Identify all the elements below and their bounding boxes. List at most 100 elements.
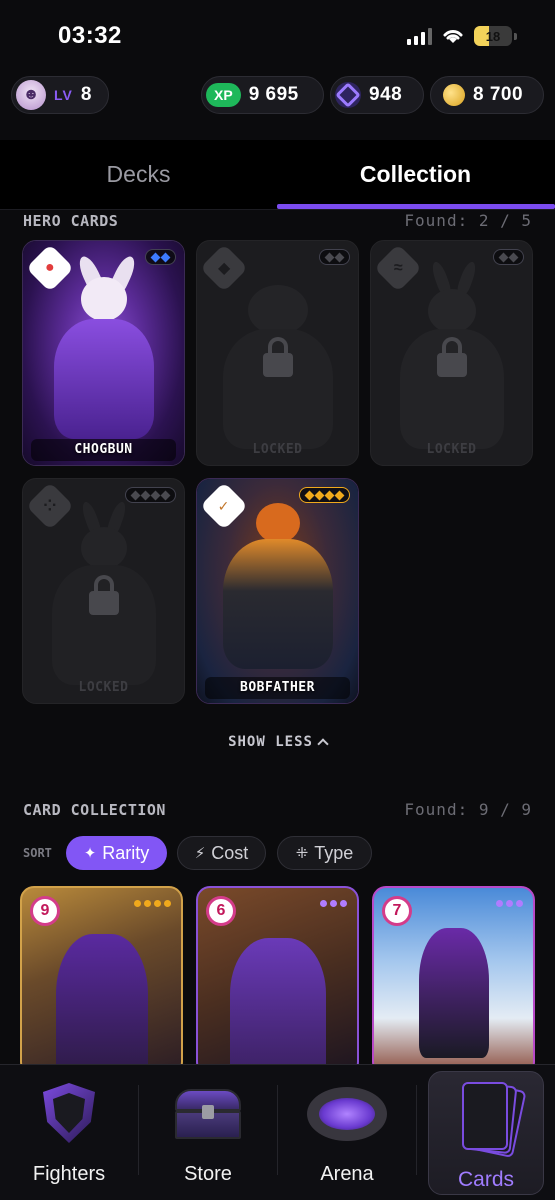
- nav-divider: [416, 1085, 417, 1175]
- cellular-signal-icon: [407, 27, 432, 45]
- sort-option-label: Rarity: [102, 842, 150, 863]
- sort-option-label: Type: [314, 842, 354, 863]
- hero-name: LOCKED: [252, 442, 303, 457]
- collection-card[interactable]: 7: [372, 886, 535, 1076]
- card-collection-count: Found: 9 / 9: [404, 800, 532, 819]
- hero-name: LOCKED: [78, 680, 129, 695]
- diamond-icon: ◆: [217, 260, 231, 277]
- element-badge: ⁘: [25, 481, 75, 531]
- nav-store[interactable]: Store: [139, 1071, 277, 1195]
- hero-card-locked[interactable]: ◆ LOCKED: [196, 240, 359, 466]
- card-collection-title: CARD COLLECTION: [23, 801, 166, 819]
- hero-card-bobfather[interactable]: ✓ BOBFATHER: [196, 478, 359, 704]
- rarity-indicator: [125, 487, 176, 503]
- gems-value: 948: [369, 84, 403, 105]
- xp-tag: XP: [206, 83, 241, 107]
- coins-value: 8 700: [473, 84, 524, 105]
- rarity-indicator: [145, 249, 176, 265]
- wave-icon: ≈: [393, 259, 403, 276]
- battery-icon: 18: [474, 26, 512, 46]
- collection-card[interactable]: 6: [196, 886, 359, 1076]
- hero-name: BOBFATHER: [240, 680, 315, 695]
- coin-icon: [439, 80, 469, 110]
- hero-card-locked[interactable]: ≈ LOCKED: [370, 240, 533, 466]
- sparkle-icon: ✦: [83, 845, 97, 862]
- cards-icon: [446, 1078, 527, 1159]
- wifi-icon: [443, 30, 463, 43]
- level-tag: LV: [54, 87, 73, 103]
- nav-fighters[interactable]: Fighters: [0, 1071, 138, 1195]
- cost-badge: 7: [382, 896, 412, 926]
- status-bar: 03:32 18: [0, 0, 555, 64]
- hero-body: [222, 539, 333, 669]
- hero-head: [427, 289, 476, 333]
- bottom-nav: Fighters Store Arena Cards: [0, 1064, 555, 1200]
- rarity-indicator: [493, 249, 524, 265]
- nav-arena[interactable]: Arena: [278, 1071, 416, 1195]
- top-hud: ☻ LV 8 XP 9 695 948 8 700: [0, 76, 555, 116]
- hero-cards-count: Found: 2 / 5: [404, 211, 532, 230]
- hero-body: [53, 319, 154, 439]
- battery-level: 18: [485, 28, 501, 44]
- lock-icon: [88, 575, 119, 615]
- show-less-label: SHOW LESS: [228, 734, 313, 750]
- active-tab-indicator: [277, 204, 555, 209]
- sort-cost-chip[interactable]: ⚡ Cost: [177, 836, 266, 870]
- gems-pill[interactable]: 948: [330, 76, 424, 114]
- drop-icon: ●: [45, 258, 55, 276]
- lock-icon: [262, 337, 293, 377]
- rarity-indicator: [319, 249, 350, 265]
- battery-tip: [514, 32, 517, 40]
- coins-pill[interactable]: 8 700: [430, 76, 544, 114]
- xp-value: 9 695: [248, 84, 299, 105]
- show-less-button[interactable]: SHOW LESS: [0, 734, 555, 750]
- clock: 03:32: [58, 22, 122, 49]
- rarity-indicator: [299, 487, 350, 503]
- gem-icon: [335, 82, 361, 108]
- element-badge: ◆: [199, 243, 249, 293]
- sort-option-label: Cost: [211, 842, 249, 863]
- lightning-icon: ⚡: [194, 845, 206, 862]
- chevron-up-icon: [317, 738, 329, 750]
- hero-head: [80, 527, 127, 569]
- chart-icon: ✓: [218, 497, 230, 514]
- shield-icon: [43, 1083, 95, 1143]
- hero-card-chogbun[interactable]: ● CHOGBUN: [22, 240, 185, 466]
- nav-label: Cards: [457, 1168, 515, 1191]
- hero-head: [247, 285, 308, 335]
- hero-card-locked[interactable]: ⁘ LOCKED: [22, 478, 185, 704]
- rarity-pips: [134, 900, 171, 907]
- collection-card[interactable]: 9: [20, 886, 183, 1076]
- nav-label: Arena: [320, 1163, 374, 1185]
- cost-badge: 6: [206, 896, 236, 926]
- level-value: 8: [80, 84, 92, 105]
- hero-head: [255, 503, 300, 543]
- nav-cards[interactable]: Cards: [428, 1071, 544, 1195]
- hero-name: LOCKED: [426, 442, 477, 457]
- card-art: [418, 928, 489, 1058]
- hero-name: CHOGBUN: [74, 442, 133, 457]
- tab-decks[interactable]: Decks: [0, 140, 277, 208]
- tab-bar: Decks Collection: [0, 140, 555, 210]
- sort-type-chip[interactable]: ⁜ Type: [277, 836, 372, 870]
- nav-label: Store: [184, 1163, 232, 1185]
- arena-icon: [307, 1087, 387, 1141]
- nav-label: Fighters: [32, 1163, 106, 1185]
- hero-head: [80, 277, 127, 321]
- lock-icon: [436, 337, 467, 377]
- chest-icon: [175, 1089, 241, 1139]
- xp-pill[interactable]: XP 9 695: [201, 76, 324, 114]
- dice-icon: ⁘: [43, 498, 57, 515]
- rarity-pips: [496, 900, 523, 907]
- status-icons: 18: [407, 26, 517, 46]
- card-art: [55, 934, 148, 1074]
- avatar[interactable]: ☻: [16, 80, 46, 110]
- hero-cards-title: HERO CARDS: [23, 212, 119, 230]
- card-art: [229, 938, 326, 1074]
- grid-dots-icon: ⁜: [295, 845, 309, 862]
- sort-rarity-chip[interactable]: ✦ Rarity: [66, 836, 167, 870]
- element-badge: ≈: [373, 243, 423, 293]
- level-pill[interactable]: ☻ LV 8: [11, 76, 109, 114]
- rarity-pips: [320, 900, 347, 907]
- tab-collection[interactable]: Collection: [277, 140, 554, 208]
